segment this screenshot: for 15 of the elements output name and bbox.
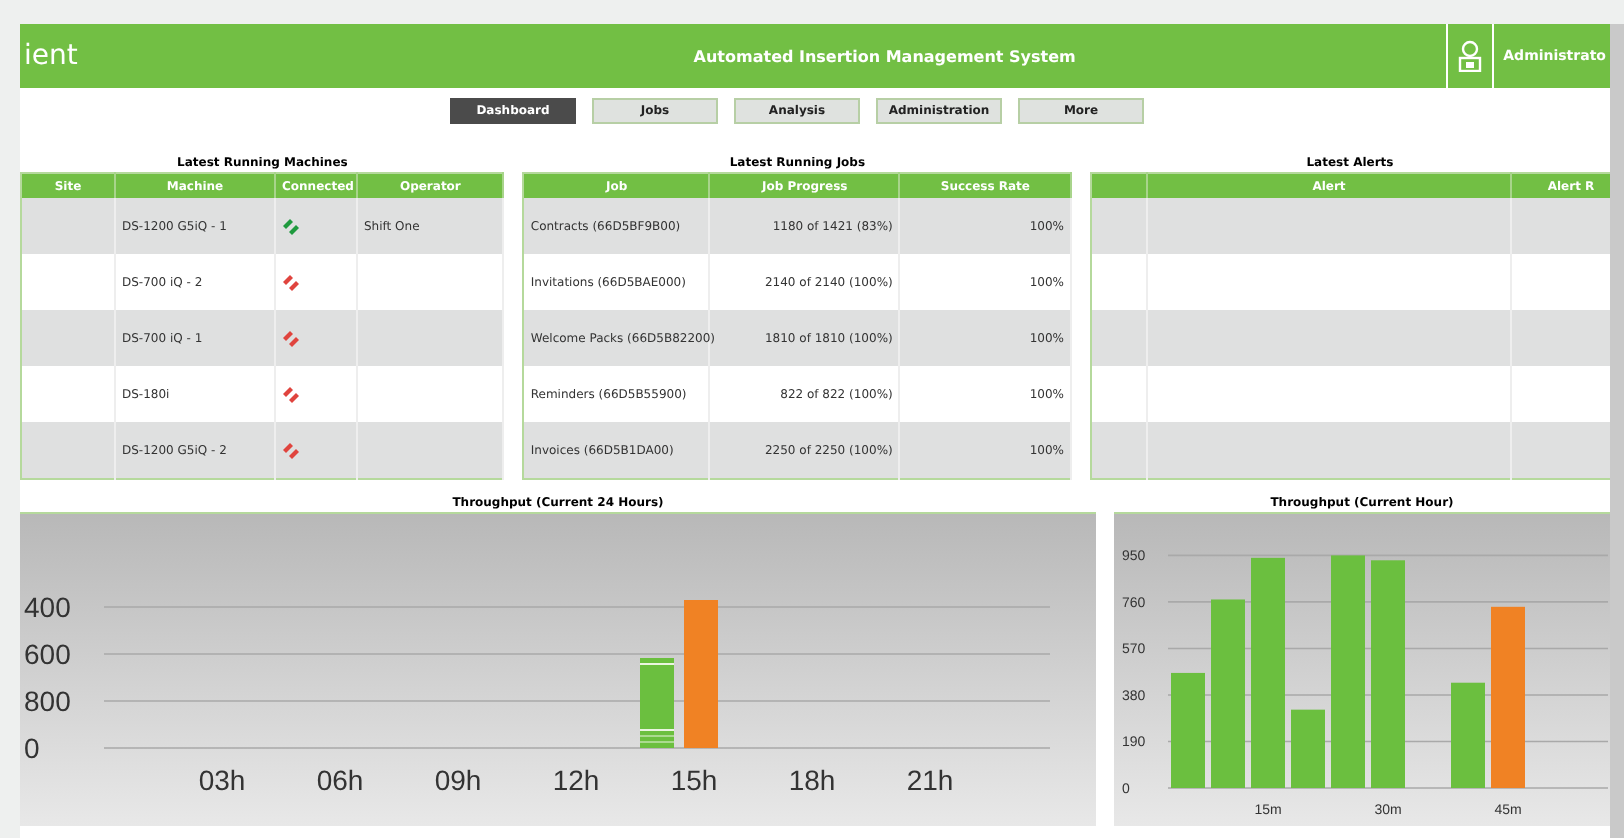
- axis-label: 06h: [316, 764, 364, 796]
- axis-label: 0: [24, 732, 40, 764]
- axis-label: 400: [24, 591, 71, 623]
- app-title: Automated Insertion Management System: [691, 47, 1078, 65]
- user-button[interactable]: [1445, 24, 1494, 88]
- axis-label: 18h: [788, 764, 836, 796]
- axis-label: 800: [24, 685, 71, 717]
- user-icon: [1457, 40, 1482, 72]
- axis-label: 12h: [552, 764, 600, 796]
- axis-label: 15h: [670, 764, 718, 796]
- axis-label: 21h: [906, 764, 954, 796]
- axis-label: 03h: [198, 764, 246, 796]
- logo-text: ient: [22, 40, 80, 72]
- axis-label: 600: [24, 638, 71, 670]
- axis-label: 09h: [434, 764, 482, 796]
